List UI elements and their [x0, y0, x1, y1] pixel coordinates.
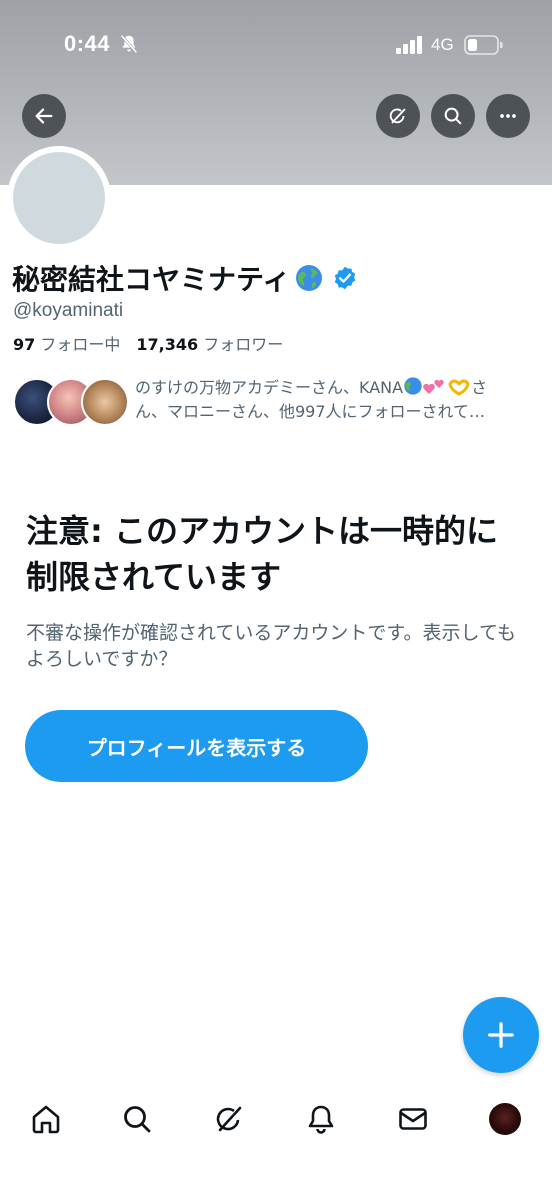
- followers-you-know-line-1: のすけの万物アカデミーさん、KANA さ: [135, 377, 488, 397]
- profile-avatar[interactable]: [13, 152, 105, 244]
- search-icon: [124, 1106, 151, 1133]
- view-profile-button[interactable]: プロフィールを表示する: [25, 710, 368, 782]
- followers-count: 17,346: [136, 335, 199, 354]
- bottom-navigation: [0, 1085, 552, 1153]
- network-type: 4G: [431, 35, 454, 54]
- heart-hands-emoji-icon: [448, 379, 470, 396]
- followers-label: フォロワー: [203, 335, 284, 354]
- nav-grok[interactable]: [211, 1101, 247, 1137]
- more-icon: [500, 114, 516, 118]
- more-button[interactable]: [486, 94, 530, 138]
- globe-emoji-icon: [404, 377, 422, 395]
- muted-bell-icon: [120, 34, 138, 54]
- messages-icon: [399, 1108, 427, 1130]
- status-time: 0:44: [64, 31, 111, 56]
- followers-link[interactable]: 17,346 フォロワー: [136, 335, 283, 354]
- restriction-warning-title: 注意: このアカウントは一時的に制限されています: [26, 512, 498, 596]
- grok-icon: [389, 108, 406, 124]
- plus-icon: [488, 1022, 514, 1048]
- nav-messages[interactable]: [395, 1101, 431, 1137]
- nav-notifications[interactable]: [303, 1101, 339, 1137]
- arrow-left-icon: [35, 108, 53, 124]
- nav-profile[interactable]: [487, 1101, 523, 1137]
- follower-avatar: [81, 378, 129, 426]
- followers-you-know-avatars: [13, 378, 129, 426]
- grok-button[interactable]: [376, 94, 420, 138]
- following-count: 97: [13, 335, 36, 354]
- restriction-warning-description: 不審な操作が確認されているアカウントです。表示してもよろしいですか？: [26, 622, 517, 670]
- signal-icon: [396, 36, 422, 54]
- globe-emoji-icon: [296, 265, 323, 291]
- grok-icon: [216, 1106, 242, 1132]
- profile-avatar-thumbnail: [489, 1103, 521, 1135]
- battery-icon: [464, 35, 503, 55]
- verified-badge-icon[interactable]: [332, 265, 358, 291]
- following-link[interactable]: 97 フォロー中: [13, 335, 120, 354]
- back-button[interactable]: [22, 94, 66, 138]
- search-button[interactable]: [431, 94, 475, 138]
- two-hearts-emoji-icon: [423, 379, 444, 394]
- compose-button[interactable]: [463, 997, 539, 1073]
- followers-you-know-text: のすけの万物アカデミーさん、KANA さ ん、マロニーさん、他997人にフォローさ…: [135, 376, 543, 424]
- home-icon: [32, 1105, 60, 1134]
- nav-home[interactable]: [28, 1101, 64, 1137]
- followers-you-know[interactable]: のすけの万物アカデミーさん、KANA さ ん、マロニーさん、他997人にフォローさ…: [13, 376, 543, 428]
- display-name-text: 秘密結社コヤミナティ: [12, 263, 291, 296]
- notifications-icon: [308, 1105, 334, 1134]
- search-icon: [444, 107, 462, 125]
- follow-stats: 97 フォロー中 17,346 フォロワー: [13, 331, 283, 355]
- profile-display-name: 秘密結社コヤミナティ: [12, 258, 358, 298]
- profile-avatar-frame: [7, 146, 111, 250]
- profile-handle: @koyaminati: [13, 300, 124, 321]
- following-label: フォロー中: [40, 335, 121, 354]
- status-bar: 0:44 4G: [0, 0, 552, 90]
- followers-you-know-line-2: ん、マロニーさん、他997人にフォローされて…: [135, 402, 486, 421]
- nav-search[interactable]: [119, 1101, 155, 1137]
